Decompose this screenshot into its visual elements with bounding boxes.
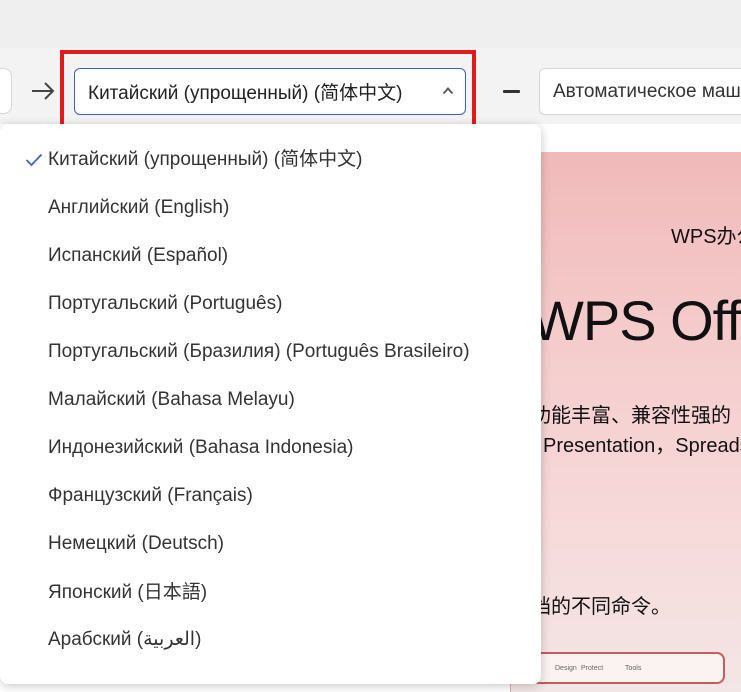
minus-icon xyxy=(503,90,520,93)
language-option-japanese[interactable]: Японский (日本語) xyxy=(48,579,207,607)
language-option-chinese-simplified[interactable]: Китайский (упрощенный) (简体中文) xyxy=(48,146,362,174)
language-option-indonesian[interactable]: Индонезийский (Bahasa Indonesia) xyxy=(48,434,353,462)
slide-ribbon-image: Design Protect Tools xyxy=(531,652,725,684)
window-top-bar xyxy=(0,0,741,48)
language-option-portuguese[interactable]: Португальский (Português) xyxy=(48,290,282,318)
slide-text-cn-2: 档的不同命令。 xyxy=(531,596,671,618)
language-option-malay[interactable]: Малайский (Bahasa Melayu) xyxy=(48,386,295,414)
slide-text-cn: 功能丰富、兼容性强的 xyxy=(531,405,731,427)
check-icon xyxy=(25,153,43,167)
slide-title: WPS Office xyxy=(531,289,741,352)
language-option-french[interactable]: Французский (Français) xyxy=(48,482,253,510)
slide-text-en: Presentation，Spreadsheet xyxy=(543,435,741,457)
translation-mode-value: Автоматическое машинное xyxy=(553,80,741,102)
language-option-arabic[interactable]: Арабский (العربية) xyxy=(48,626,201,654)
language-option-german[interactable]: Немецкий (Deutsch) xyxy=(48,530,224,558)
slide-preview: WPS办公套件 WPS Office 功能丰富、兼容性强的 Presentati… xyxy=(510,152,741,692)
language-option-english[interactable]: Английский (English) xyxy=(48,194,229,222)
ribbon-tab: Tools xyxy=(625,665,642,672)
ribbon-tab: Design xyxy=(555,665,577,672)
translation-mode-select[interactable]: Автоматическое машинное xyxy=(539,68,741,115)
language-dropdown-menu: Китайский (упрощенный) (简体中文) Английский… xyxy=(0,124,541,684)
language-option-spanish[interactable]: Испанский (Español) xyxy=(48,242,228,270)
source-language-select[interactable] xyxy=(0,68,12,114)
arrow-right-icon xyxy=(32,82,55,100)
slide-subtitle: WPS办公套件 xyxy=(671,226,741,248)
ribbon-tab: Protect xyxy=(581,665,604,672)
language-option-portuguese-brazil[interactable]: Португальский (Бразилия) (Português Bras… xyxy=(48,338,470,366)
